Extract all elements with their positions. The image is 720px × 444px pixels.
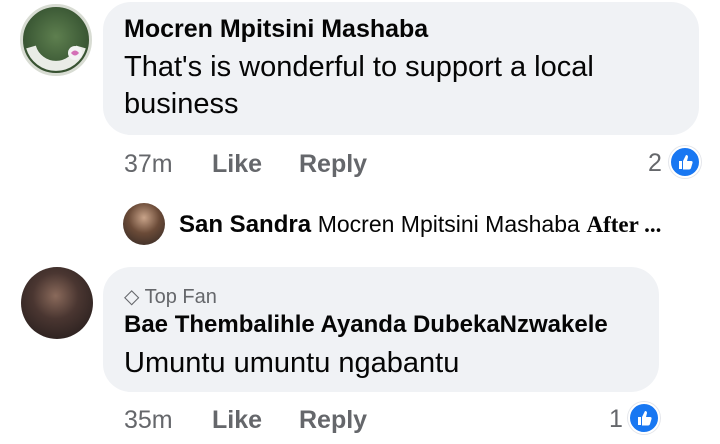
badge-label: Top Fan	[144, 286, 217, 308]
like-reaction-icon[interactable]	[628, 402, 660, 434]
thumbs-up-icon	[638, 411, 652, 426]
top-fan-badge[interactable]: ◇ Top Fan	[124, 284, 217, 309]
reply-author[interactable]: San Sandra	[179, 211, 311, 238]
vaccinated-frame-icon	[26, 45, 86, 71]
like-button[interactable]: Like	[212, 150, 262, 179]
comment-text: That's is wonderful to support a local b…	[124, 49, 594, 123]
comment-author[interactable]: Mocren Mpitsini Mashaba	[124, 14, 428, 44]
comment-text-line: That's is wonderful to support a local	[124, 51, 594, 83]
reply-button[interactable]: Reply	[299, 406, 367, 435]
comment-text: Umuntu umuntu ngabantu	[124, 347, 460, 379]
reply-mention[interactable]: Mocren Mpitsini Mashaba	[318, 211, 580, 237]
reaction-count[interactable]: 2	[648, 149, 662, 178]
like-reaction-icon[interactable]	[669, 146, 701, 178]
like-button[interactable]: Like	[212, 406, 262, 435]
reply-avatar[interactable]	[123, 203, 165, 245]
reply-preview[interactable]: San Sandra Mocren Mpitsini Mashaba After…	[179, 211, 661, 239]
reply-snippet: After ...	[586, 212, 662, 237]
thumbs-up-icon	[679, 155, 693, 170]
avatar[interactable]	[21, 267, 93, 339]
comment-timestamp[interactable]: 35m	[124, 406, 173, 435]
diamond-icon: ◇	[124, 286, 140, 308]
comment-author[interactable]: Bae Thembalihle Ayanda DubekaNzwakele	[124, 310, 608, 340]
avatar[interactable]	[20, 4, 92, 76]
comment-timestamp[interactable]: 37m	[124, 150, 173, 179]
reaction-count[interactable]: 1	[609, 405, 623, 434]
reply-button[interactable]: Reply	[299, 150, 367, 179]
comment-text-line: business	[124, 88, 239, 120]
